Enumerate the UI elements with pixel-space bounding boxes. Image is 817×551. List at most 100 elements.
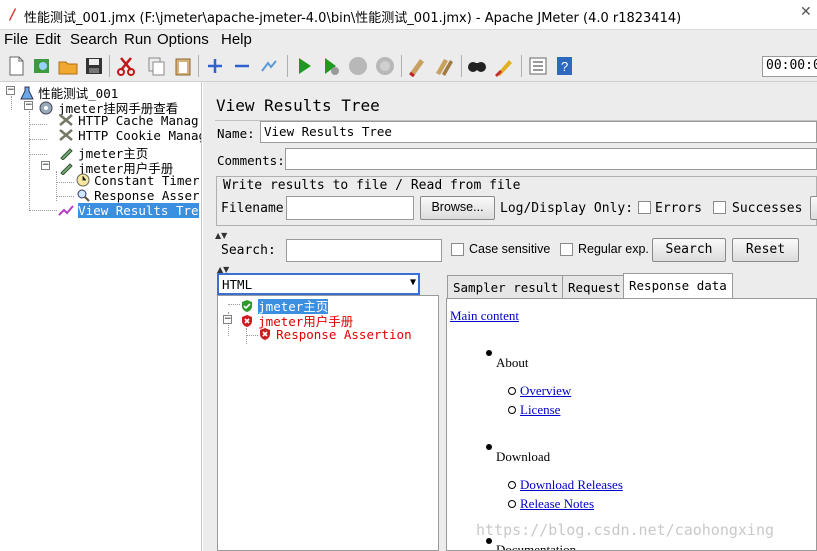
chevron-down-icon: ▼ — [409, 277, 416, 288]
overview-link[interactable]: Overview — [520, 383, 571, 399]
configure-button[interactable] — [810, 196, 817, 220]
toggle-icon[interactable] — [258, 55, 280, 77]
start-no-pause-icon[interactable] — [320, 55, 342, 77]
menu-options[interactable]: Options — [157, 31, 209, 48]
circle-bullet — [508, 500, 516, 508]
successes-label: Successes — [732, 201, 803, 216]
errors-label: Errors — [655, 201, 702, 216]
help-icon[interactable]: ? — [554, 55, 576, 77]
view-results-tree-panel: View Results Tree Name: View Results Tre… — [213, 82, 817, 551]
tree-node-cache-manager[interactable]: HTTP Cache Manag — [58, 113, 199, 129]
stop-icon[interactable] — [347, 55, 369, 77]
successes-checkbox[interactable] — [713, 201, 726, 214]
bullet — [486, 350, 492, 356]
function-helper-icon[interactable] — [527, 55, 549, 77]
errors-checkbox[interactable] — [638, 201, 651, 214]
clear-all-icon[interactable] — [433, 55, 455, 77]
templates-icon[interactable] — [31, 55, 53, 77]
jmeter-feather-icon — [9, 8, 16, 21]
license-link[interactable]: License — [520, 402, 560, 418]
paste-icon[interactable] — [172, 55, 194, 77]
log-display-label: Log/Display Only: — [500, 201, 634, 216]
cut-icon[interactable] — [115, 55, 137, 77]
name-field[interactable]: View Results Tree — [260, 121, 817, 143]
watermark-text: https://blog.csdn.net/caohongxing — [476, 521, 775, 539]
menu-bar: File Edit Search Run Options Help — [0, 30, 817, 51]
tree-node-constant-timer[interactable]: Constant Timer — [76, 173, 200, 189]
download-releases-link[interactable]: Download Releases — [520, 477, 623, 493]
tree-node-label: Response Asser — [94, 188, 200, 203]
filename-label: Filename — [221, 201, 284, 216]
open-icon[interactable] — [57, 55, 79, 77]
about-heading: About — [496, 355, 529, 370]
menu-file[interactable]: File — [4, 31, 28, 48]
search-input[interactable] — [286, 239, 442, 262]
download-heading: Download — [496, 449, 551, 464]
sampler-pipette-icon — [60, 163, 73, 176]
comments-field[interactable] — [285, 148, 817, 170]
circle-bullet — [508, 387, 516, 395]
new-icon[interactable] — [5, 55, 27, 77]
results-tree: jmeter主页 − jmeter用户手册 Response Assertion — [217, 295, 439, 551]
timer-clock-icon — [76, 173, 90, 187]
tree-node-cookie-manager[interactable]: HTTP Cookie Manag — [58, 128, 202, 144]
menu-search[interactable]: Search — [70, 31, 118, 48]
tab-request[interactable]: Request — [562, 275, 627, 298]
collapse-icon[interactable] — [231, 55, 253, 77]
main-splitter[interactable] — [203, 82, 213, 551]
release-notes-link[interactable]: Release Notes — [520, 496, 594, 512]
config-wrench-icon — [59, 114, 73, 126]
result-item-assertion[interactable]: Response Assertion — [258, 327, 412, 343]
expand-toggle-thread-group[interactable]: − — [24, 101, 33, 110]
expand-toggle-sampler-manual[interactable]: − — [41, 161, 50, 170]
results-splitter[interactable] — [439, 272, 445, 551]
menu-run[interactable]: Run — [124, 31, 152, 48]
filename-field[interactable] — [286, 196, 414, 220]
copy-icon[interactable] — [145, 55, 167, 77]
reset-button[interactable]: Reset — [732, 238, 799, 262]
bullet — [486, 444, 492, 450]
config-wrench-icon — [59, 129, 73, 141]
listener-graph-icon — [58, 205, 74, 216]
case-sensitive-checkbox[interactable] — [451, 243, 464, 256]
circle-bullet — [508, 406, 516, 414]
tree-node-label: HTTP Cookie Manag — [78, 128, 202, 143]
tree-node-label: HTTP Cache Manag — [78, 113, 199, 128]
search-icon[interactable] — [466, 55, 488, 77]
browse-button[interactable]: Browse... — [420, 196, 495, 220]
svg-text:?: ? — [561, 59, 568, 74]
expand-icon[interactable] — [204, 55, 226, 77]
renderer-selected-value: HTML — [222, 277, 253, 292]
menu-help[interactable]: Help — [221, 31, 252, 48]
case-sensitive-label: Case sensitive — [469, 242, 551, 256]
title-bar: 性能测试_001.jmx (F:\jmeter\apache-jmeter-4.… — [0, 0, 817, 30]
shutdown-icon[interactable] — [374, 55, 396, 77]
renderer-select[interactable]: HTML ▼ — [217, 273, 420, 295]
expand-toggle-result-manual[interactable]: − — [223, 315, 232, 324]
tab-response-data[interactable]: Response data — [623, 273, 733, 299]
flask-icon — [20, 86, 34, 100]
name-label: Name: — [217, 126, 255, 141]
reset-search-icon[interactable] — [493, 55, 515, 77]
tree-node-response-assertion[interactable]: Response Asser — [76, 188, 200, 204]
thread-group-icon — [39, 101, 53, 115]
documentation-heading: Documentation — [496, 542, 577, 551]
test-plan-tree: − 性能测试_001 − jmeter挂网手册查看 HTTP Cache Man… — [0, 82, 202, 551]
regular-exp-label: Regular exp. — [578, 242, 649, 256]
regular-exp-checkbox[interactable] — [560, 243, 573, 256]
search-button[interactable]: Search — [652, 238, 726, 262]
tab-sampler-result[interactable]: Sampler result — [447, 275, 565, 298]
window-close-button[interactable]: ✕ — [800, 4, 817, 22]
result-item-label: Response Assertion — [276, 327, 412, 342]
expand-toggle-root[interactable]: − — [6, 86, 15, 95]
collapse-arrows-icon[interactable]: ▲▼ — [215, 231, 227, 240]
main-content-link[interactable]: Main content — [450, 308, 519, 324]
elapsed-timer: 00:00:0 — [762, 56, 817, 77]
start-icon[interactable] — [293, 55, 315, 77]
menu-edit[interactable]: Edit — [35, 31, 61, 48]
toolbar: ? 00:00:0 — [0, 51, 817, 82]
clear-icon[interactable] — [406, 55, 428, 77]
tree-node-view-results-tree[interactable]: View Results Tre — [58, 203, 199, 219]
save-icon[interactable] — [83, 55, 105, 77]
comments-label: Comments: — [217, 153, 285, 168]
